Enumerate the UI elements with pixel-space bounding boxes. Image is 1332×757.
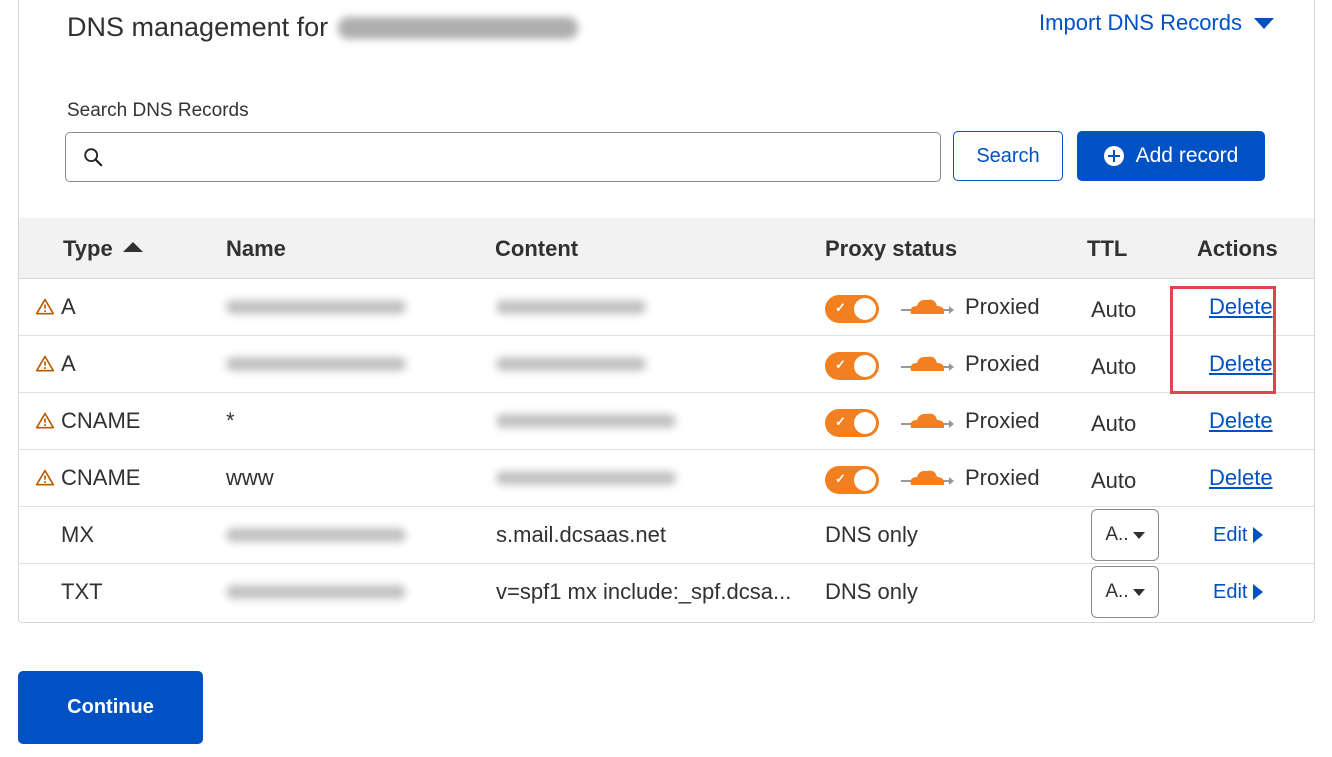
proxy-status-text: DNS only	[825, 579, 918, 604]
delete-link[interactable]: Delete	[1209, 408, 1273, 434]
add-record-label: Add record	[1135, 144, 1239, 167]
expand-right-icon	[1253, 527, 1264, 543]
warning-icon	[35, 298, 55, 315]
record-content: v=spf1 mx include:_spf.dcsa...	[496, 579, 792, 604]
proxy-status-text: Proxied	[965, 465, 1040, 490]
search-button[interactable]: Search	[953, 131, 1063, 181]
search-field[interactable]	[65, 132, 941, 182]
ttl-value: Auto	[1091, 354, 1137, 379]
search-label: Search DNS Records	[67, 100, 249, 121]
edit-label: Edit	[1213, 580, 1248, 603]
cloud-proxy-icon	[901, 356, 954, 371]
record-content: s.mail.dcsaas.net	[496, 522, 666, 547]
chevron-down-icon	[1132, 588, 1145, 596]
redacted-content	[496, 414, 676, 428]
ttl-value: Auto	[1091, 411, 1137, 436]
sort-ascending-icon	[122, 242, 143, 253]
record-name: www	[226, 465, 274, 490]
record-type: CNAME	[61, 408, 141, 433]
caret-down-icon	[1254, 17, 1274, 29]
redacted-name	[226, 357, 406, 371]
record-type: MX	[61, 522, 94, 547]
continue-button[interactable]: Continue	[18, 671, 203, 744]
redacted-name	[226, 300, 406, 314]
record-name: *	[226, 408, 235, 433]
ttl-select-value: A..	[1105, 581, 1129, 602]
record-type: A	[61, 294, 76, 319]
delete-link[interactable]: Delete	[1209, 351, 1273, 377]
edit-link[interactable]: Edit	[1213, 580, 1264, 604]
edit-label: Edit	[1213, 523, 1248, 546]
proxy-status-text: DNS only	[825, 522, 918, 547]
toggle-knob	[854, 469, 876, 491]
import-dns-records-button[interactable]: Import DNS Records	[1039, 10, 1274, 36]
warning-icon	[35, 412, 55, 429]
check-icon: ✓	[835, 414, 846, 429]
cloud-proxy-icon	[901, 299, 954, 314]
redacted-domain	[338, 16, 579, 39]
toggle-knob	[854, 412, 876, 434]
proxy-toggle[interactable]: ✓	[825, 295, 879, 323]
ttl-value: Auto	[1091, 468, 1137, 493]
record-type: TXT	[61, 579, 103, 604]
delete-link[interactable]: Delete	[1209, 294, 1273, 320]
ttl-value: Auto	[1091, 297, 1137, 322]
record-type: CNAME	[61, 465, 141, 490]
toggle-knob	[854, 355, 876, 377]
ttl-select[interactable]: A..	[1091, 509, 1159, 561]
proxy-toggle[interactable]: ✓	[825, 352, 879, 380]
table-row: A ✓ Proxied Auto Delete	[19, 279, 1314, 336]
search-icon	[84, 148, 103, 167]
column-type[interactable]: Type	[63, 236, 143, 262]
table-row: MX s.mail.dcsaas.net DNS only A.. Edit	[19, 507, 1314, 564]
delete-link[interactable]: Delete	[1209, 465, 1273, 491]
table-row: TXT v=spf1 mx include:_spf.dcsa... DNS o…	[19, 564, 1314, 620]
column-proxy-status: Proxy status	[825, 236, 958, 261]
expand-right-icon	[1253, 584, 1264, 600]
redacted-name	[226, 585, 406, 599]
proxy-status-text: Proxied	[965, 351, 1040, 376]
cloud-proxy-icon	[901, 470, 954, 485]
redacted-content	[496, 471, 676, 485]
plus-circle-icon	[1103, 146, 1124, 166]
dns-management-card: DNS management for Import DNS Records Se…	[18, 0, 1315, 623]
column-actions: Actions	[1197, 236, 1278, 261]
redacted-content	[496, 357, 646, 371]
record-type: A	[61, 351, 76, 376]
table-row: CNAME * ✓ Proxied Auto Delete	[19, 393, 1314, 450]
add-record-button[interactable]: Add record	[1077, 131, 1265, 181]
warning-icon	[35, 355, 55, 372]
redacted-content	[496, 300, 646, 314]
import-label: Import DNS Records	[1039, 10, 1242, 35]
column-ttl: TTL	[1087, 236, 1128, 261]
proxy-toggle[interactable]: ✓	[825, 409, 879, 437]
toggle-knob	[854, 298, 876, 320]
dns-records-table: Type Name Content Proxy status TTL Actio…	[19, 218, 1314, 620]
chevron-down-icon	[1132, 531, 1145, 539]
column-content: Content	[495, 236, 579, 261]
table-header: Type Name Content Proxy status TTL Actio…	[19, 218, 1314, 279]
page-title-text: DNS management for	[67, 12, 329, 42]
check-icon: ✓	[835, 300, 846, 315]
check-icon: ✓	[835, 357, 846, 372]
cloud-proxy-icon	[901, 413, 954, 428]
table-body: A ✓ Proxied Auto Delete A ✓ Proxied Auto…	[19, 279, 1314, 620]
search-input[interactable]	[112, 136, 940, 178]
check-icon: ✓	[835, 471, 846, 486]
ttl-select[interactable]: A..	[1091, 566, 1159, 618]
proxy-status-text: Proxied	[965, 408, 1040, 433]
proxy-status-text: Proxied	[965, 294, 1040, 319]
table-row: CNAME www ✓ Proxied Auto Delete	[19, 450, 1314, 507]
proxy-toggle[interactable]: ✓	[825, 466, 879, 494]
page-title: DNS management for	[67, 12, 579, 43]
column-name: Name	[226, 236, 286, 261]
column-type-label: Type	[63, 236, 113, 261]
ttl-select-value: A..	[1105, 524, 1129, 545]
warning-icon	[35, 469, 55, 486]
redacted-name	[226, 528, 406, 542]
table-row: A ✓ Proxied Auto Delete	[19, 336, 1314, 393]
edit-link[interactable]: Edit	[1213, 523, 1264, 547]
